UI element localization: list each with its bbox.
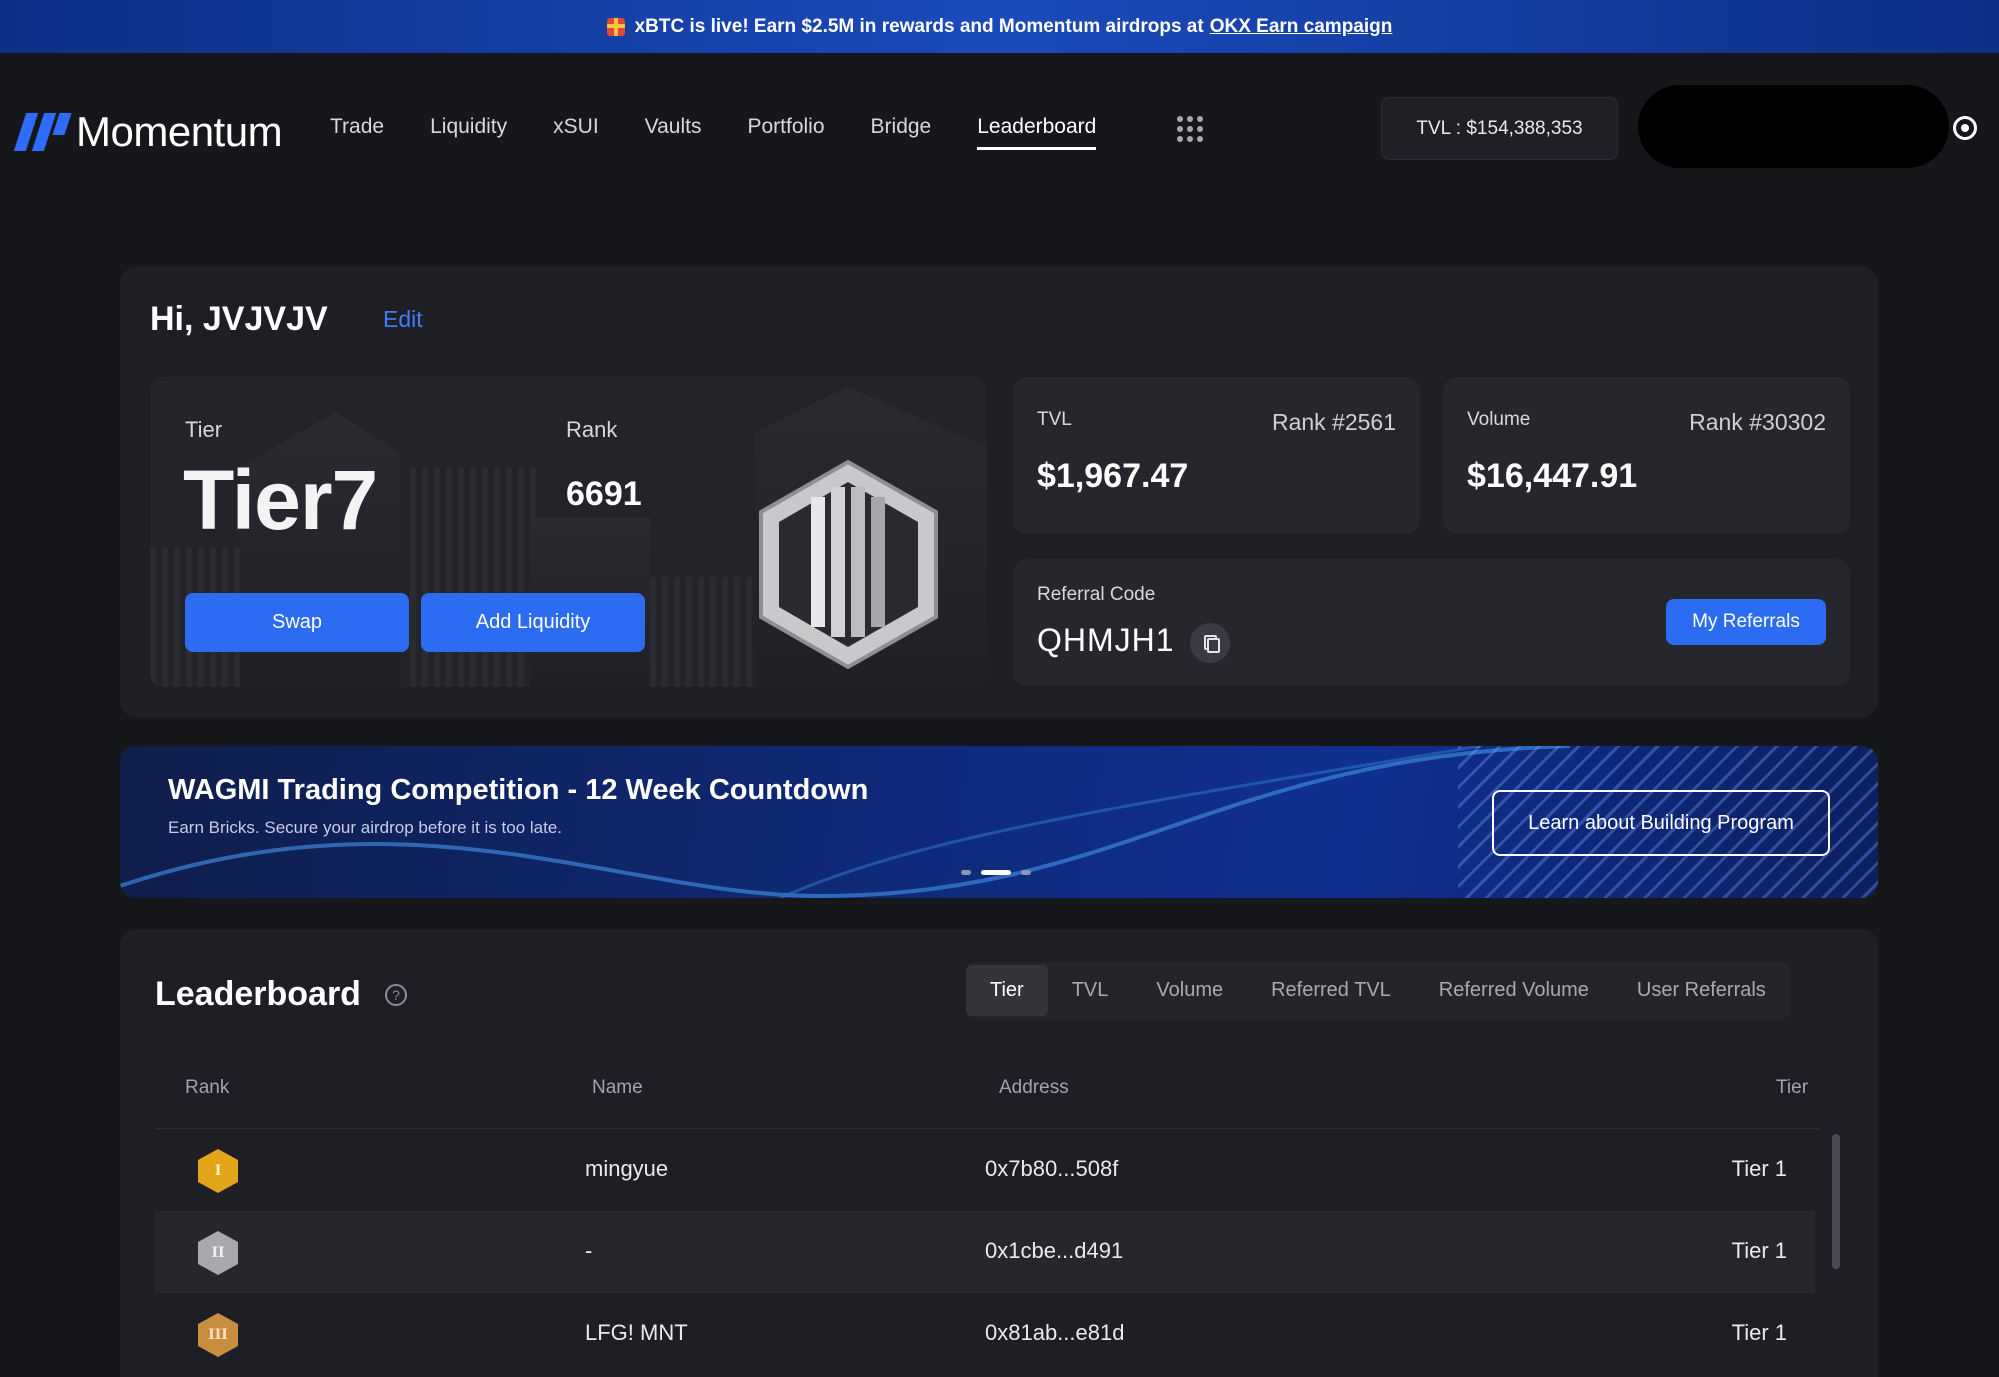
wallet-button[interactable] <box>1638 85 1949 168</box>
carousel-dot-2[interactable] <box>981 870 1011 875</box>
table-row[interactable]: II - 0x1cbe...d491 Tier 1 <box>155 1211 1815 1293</box>
learn-building-program-button[interactable]: Learn about Building Program <box>1492 790 1830 856</box>
volume-value: $16,447.91 <box>1467 457 1638 495</box>
top-nav: Momentum Trade Liquidity xSUI Vaults Por… <box>0 53 1999 203</box>
row-address: 0x1cbe...d491 <box>985 1238 1124 1263</box>
rank-label: Rank <box>566 417 618 442</box>
carousel-dot-3[interactable] <box>1021 870 1031 875</box>
apps-grid-icon[interactable] <box>1177 116 1203 142</box>
rank-value: 6691 <box>566 475 642 513</box>
brand-name: Momentum <box>76 108 283 155</box>
row-tier: Tier 1 <box>1731 1320 1787 1345</box>
tvl-value: $1,967.47 <box>1037 457 1189 495</box>
row-tier: Tier 1 <box>1731 1238 1787 1263</box>
carousel-dots <box>961 870 1031 875</box>
settings-icon[interactable] <box>1953 116 1977 140</box>
tvl-rank: Rank #2561 <box>1271 409 1396 435</box>
tab-tier[interactable]: Tier <box>966 965 1048 1016</box>
promo-carousel: WAGMI Trading Competition - 12 Week Coun… <box>120 746 1878 898</box>
referral-label: Referral Code <box>1037 584 1156 605</box>
copy-icon[interactable] <box>1190 623 1230 663</box>
tab-tvl[interactable]: TVL <box>1048 965 1133 1016</box>
help-icon[interactable]: ? <box>385 984 407 1006</box>
tab-volume[interactable]: Volume <box>1132 965 1247 1016</box>
banner-link[interactable]: OKX Earn campaign <box>1210 16 1393 38</box>
tab-referred-tvl[interactable]: Referred TVL <box>1247 965 1415 1016</box>
greeting: Hi, JVJVJV <box>150 300 328 338</box>
promo-title: WAGMI Trading Competition - 12 Week Coun… <box>168 774 869 806</box>
silver-medal-icon: II <box>198 1231 238 1275</box>
nav-leaderboard[interactable]: Leaderboard <box>977 115 1097 150</box>
referral-code: QHMJH1 <box>1037 622 1175 658</box>
volume-label: Volume <box>1467 409 1531 430</box>
momentum-logo-icon <box>13 113 72 151</box>
nav-links: Trade Liquidity xSUI Vaults Portfolio Br… <box>330 115 1142 150</box>
row-name: LFG! MNT <box>585 1320 688 1345</box>
tab-user-referrals[interactable]: User Referrals <box>1613 965 1790 1016</box>
brand-logo[interactable]: Momentum <box>13 108 283 156</box>
row-name: - <box>585 1238 593 1263</box>
nav-liquidity[interactable]: Liquidity <box>430 115 507 150</box>
announcement-banner: xBTC is live! Earn $2.5M in rewards and … <box>0 0 1999 53</box>
edit-name-link[interactable]: Edit <box>383 306 423 333</box>
column-header-name[interactable]: Name <box>592 1077 643 1099</box>
row-tier: Tier 1 <box>1731 1156 1787 1181</box>
leaderboard-tabs: Tier TVL Volume Referred TVL Referred Vo… <box>966 962 1790 1019</box>
row-name: mingyue <box>585 1156 669 1181</box>
promo-subtitle: Earn Bricks. Secure your airdrop before … <box>168 818 563 837</box>
global-tvl: TVL : $154,388,353 <box>1381 97 1618 160</box>
row-address: 0x81ab...e81d <box>985 1320 1125 1345</box>
swap-button[interactable]: Swap <box>185 593 409 652</box>
tvl-label: TVL <box>1037 409 1072 430</box>
nav-vaults[interactable]: Vaults <box>645 115 702 150</box>
column-header-address[interactable]: Address <box>999 1077 1069 1099</box>
row-address: 0x7b80...508f <box>985 1156 1119 1181</box>
gift-icon <box>606 17 625 36</box>
gold-medal-icon: I <box>198 1149 238 1193</box>
tier-card: Tier Tier7 Rank 6691 Swap Add Liquidity <box>150 377 987 687</box>
tier-label: Tier <box>185 417 223 442</box>
bronze-medal-icon: III <box>198 1313 238 1357</box>
nav-xsui[interactable]: xSUI <box>553 115 599 150</box>
volume-rank: Rank #30302 <box>1689 409 1826 435</box>
column-header-rank[interactable]: Rank <box>185 1077 229 1099</box>
leaderboard-panel: Leaderboard ? Tier TVL Volume Referred T… <box>120 929 1878 1377</box>
nav-trade[interactable]: Trade <box>330 115 384 150</box>
my-referrals-button[interactable]: My Referrals <box>1666 599 1826 645</box>
tier-badge-icon <box>759 459 938 670</box>
tab-referred-volume[interactable]: Referred Volume <box>1415 965 1613 1016</box>
volume-stat-card: Volume Rank #30302 $16,447.91 <box>1443 377 1850 534</box>
tvl-stat-card: TVL Rank #2561 $1,967.47 <box>1013 377 1420 534</box>
table-row[interactable]: I mingyue 0x7b80...508f Tier 1 <box>155 1129 1815 1211</box>
banner-text: xBTC is live! Earn $2.5M in rewards and … <box>634 15 1204 37</box>
column-header-tier[interactable]: Tier <box>1776 1077 1808 1099</box>
tier-value: Tier7 <box>183 453 378 547</box>
carousel-dot-1[interactable] <box>961 870 971 875</box>
nav-portfolio[interactable]: Portfolio <box>747 115 824 150</box>
referral-card: Referral Code QHMJH1 My Referrals <box>1013 559 1850 686</box>
leaderboard-title: Leaderboard <box>155 975 361 1013</box>
table-row[interactable]: III LFG! MNT 0x81ab...e81d Tier 1 <box>155 1293 1815 1375</box>
table-scrollbar[interactable] <box>1832 1134 1840 1269</box>
add-liquidity-button[interactable]: Add Liquidity <box>421 593 645 652</box>
profile-card: Hi, JVJVJV Edit Tier Tier7 Rank 6691 Swa… <box>120 266 1878 718</box>
nav-bridge[interactable]: Bridge <box>871 115 932 150</box>
